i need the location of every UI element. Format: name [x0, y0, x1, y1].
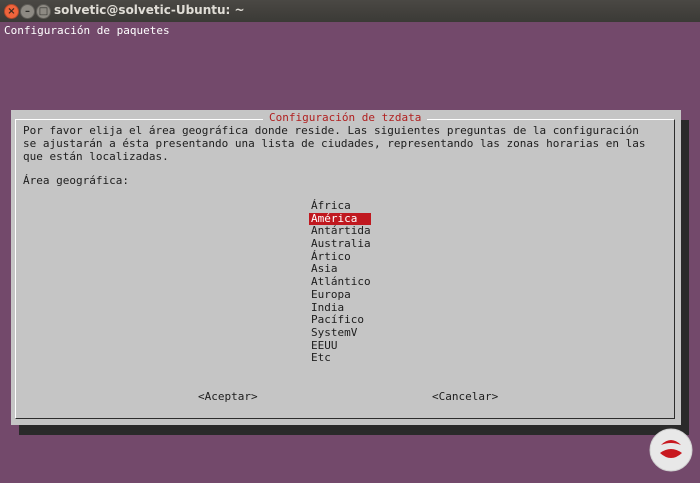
list-item[interactable]: Australia — [309, 237, 371, 251]
list-item[interactable]: Pacífico — [309, 313, 371, 327]
list-item[interactable]: SystemV — [309, 326, 371, 340]
cancel-button[interactable]: <Cancelar> — [432, 390, 498, 403]
geographic-area-list[interactable]: África América Antártida Australia Ártico Asi… — [309, 199, 371, 365]
list-item[interactable]: África — [309, 199, 371, 213]
list-item[interactable]: Atlántico — [309, 275, 371, 289]
maximize-window-button[interactable]: □ — [36, 4, 51, 19]
solvetic-logo-icon — [649, 428, 693, 472]
list-item[interactable]: Europa — [309, 288, 371, 302]
window-title: solvetic@solvetic-Ubuntu: ~ — [54, 3, 245, 17]
window-titlebar: × – □ solvetic@solvetic-Ubuntu: ~ — [0, 0, 700, 23]
geographic-area-label: Área geográfica: — [23, 174, 129, 187]
minimize-window-button[interactable]: – — [20, 4, 35, 19]
terminal-area[interactable]: Configuración de paquetes Configuración … — [0, 22, 700, 483]
close-window-button[interactable]: × — [4, 4, 19, 19]
accept-button[interactable]: <Aceptar> — [198, 390, 258, 403]
dialog-description: Por favor elija el área geográfica donde… — [23, 124, 646, 163]
terminal-header-text: Configuración de paquetes — [4, 24, 170, 37]
list-item[interactable]: Etc — [309, 352, 371, 365]
dialog-title: Configuración de tzdata — [263, 111, 428, 124]
tzdata-dialog: Configuración de tzdata Por favor elija … — [11, 110, 681, 425]
